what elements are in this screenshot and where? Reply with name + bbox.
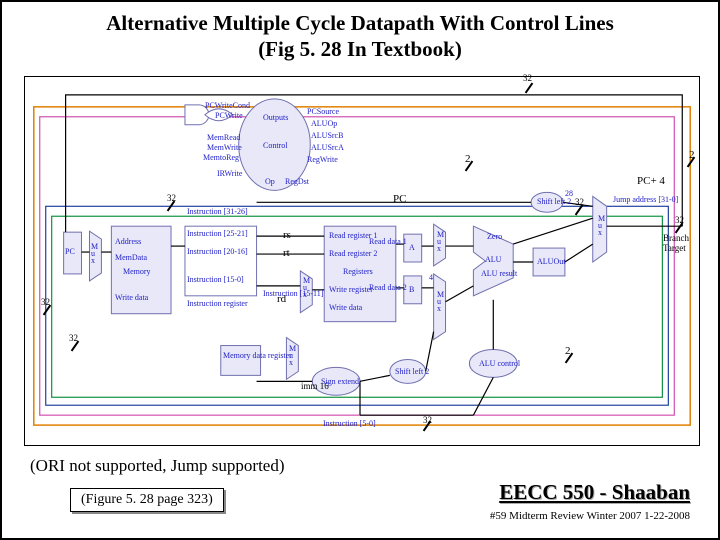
label-pc-plus-4: PC+ 4 <box>637 175 665 187</box>
blk-shl2: Shift left 2 <box>395 367 429 376</box>
ctl-alusrca: ALUSrcA <box>311 143 344 152</box>
ctl-pcwrite: PCWrite <box>215 111 243 120</box>
blk-alu: ALU <box>485 255 501 264</box>
blk-alures: ALU result <box>481 269 517 278</box>
slide: Alternative Multiple Cycle Datapath With… <box>0 0 720 540</box>
ctl-op: Op <box>265 177 275 186</box>
blk-shl2b: Shift left 2 <box>537 197 571 206</box>
ctl-regwrite: RegWrite <box>307 155 338 164</box>
title-line1: Alternative Multiple Cycle Datapath With… <box>106 11 614 35</box>
blk-rdata1: Read data 1 <box>369 237 407 246</box>
blk-reg: Registers <box>343 267 373 276</box>
blk-i2016: Instruction [20-16] <box>187 247 248 256</box>
blk-ireg: Instruction register <box>187 299 248 308</box>
blk-rdata2: Read data 2 <box>369 283 407 292</box>
ctl-memtoreg: MemtoReg <box>203 153 239 162</box>
blk-i50: Instruction [5-0] <box>323 419 376 428</box>
blk-four: 4 <box>429 273 433 282</box>
blk-address: Address <box>115 237 141 246</box>
ctl-regdst: RegDst <box>285 177 309 186</box>
blk-a: A <box>409 243 415 252</box>
blk-aluout: ALUOut <box>537 257 565 266</box>
mux0-icon: M u x <box>91 243 98 265</box>
course-title: EECC 550 - Shaaban <box>499 480 690 505</box>
blk-28: 28 <box>565 189 573 198</box>
blk-wdata2: Write data <box>329 303 362 312</box>
mux2-icon: M u x <box>289 345 296 367</box>
mux4-icon: M u x <box>437 291 444 313</box>
label-branch-target: Branch Target <box>663 233 689 253</box>
label-pc: PC <box>393 193 406 205</box>
blk-pc: PC <box>65 247 75 256</box>
label-rt: rt <box>283 247 290 259</box>
blk-signext: Sign extend <box>321 377 359 386</box>
blk-b: B <box>409 285 414 294</box>
mux3-icon: M u x <box>437 231 444 253</box>
label-rs: rs <box>283 229 291 241</box>
blk-memdata: MemData <box>115 253 147 262</box>
blk-mdr: Memory data register <box>223 351 292 360</box>
ctl-control: Control <box>263 141 287 150</box>
support-note: (ORI not supported, Jump supported) <box>30 456 285 476</box>
ctl-alusrcb: ALUSrcB <box>311 131 343 140</box>
blk-aluctl: ALU control <box>479 359 520 368</box>
datapath-diagram: 32 2 2 PC+ 4 32 PC 32 32 rs rt rd Branch… <box>24 76 700 446</box>
ctl-memread: MemRead <box>207 133 240 142</box>
blk-zero: Zero <box>487 232 502 241</box>
blk-memory: Memory <box>123 267 151 276</box>
blk-jump: Jump address [31-0] <box>613 195 678 204</box>
mux1-icon: M u x <box>303 277 310 299</box>
ctl-memwrite: MemWrite <box>207 143 242 152</box>
mux5-icon: M u x <box>598 215 605 237</box>
ctl-outputs: Outputs <box>263 113 288 122</box>
ctl-pcwritecond: PCWriteCond <box>205 101 250 110</box>
blk-wreg: Write register <box>329 285 373 294</box>
ctl-pcsource: PCSource <box>307 107 339 116</box>
ctl-irwrite: IRWrite <box>217 169 242 178</box>
blk-i1511: Instruction [15-11] <box>263 289 323 298</box>
ctl-aluop: ALUOp <box>311 119 337 128</box>
title-line2: (Fig 5. 28 In Textbook) <box>258 37 462 61</box>
blk-i150: Instruction [15-0] <box>187 275 244 284</box>
blk-i2521: Instruction [25-21] <box>187 229 248 238</box>
blk-i3126: Instruction [31-26] <box>187 207 248 216</box>
blk-rreg2: Read register 2 <box>329 249 377 258</box>
slide-meta: #59 Midterm Review Winter 2007 1-22-2008 <box>490 510 690 522</box>
blk-wdata: Write data <box>115 293 148 302</box>
slide-title: Alternative Multiple Cycle Datapath With… <box>2 2 718 67</box>
figure-reference: (Figure 5. 28 page 323) <box>70 488 224 512</box>
